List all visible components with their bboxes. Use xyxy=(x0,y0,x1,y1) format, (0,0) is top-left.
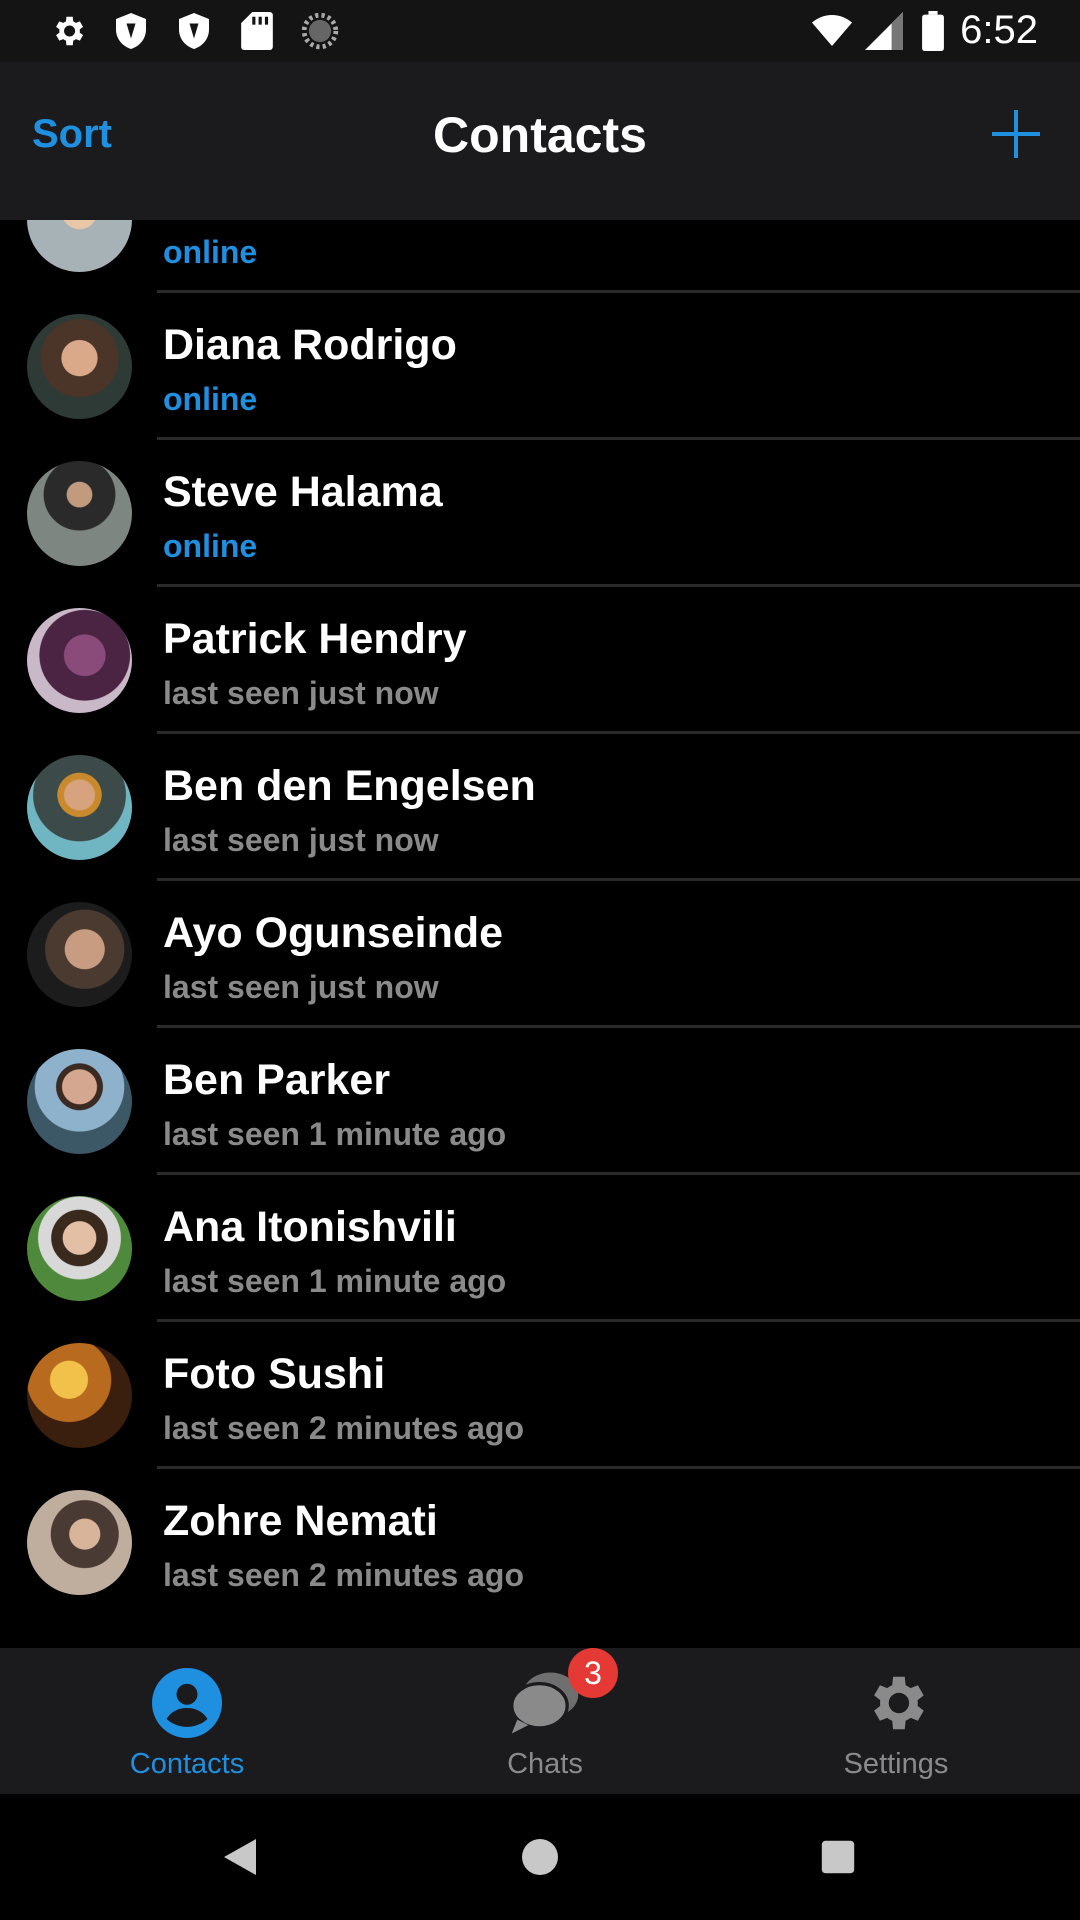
contact-row[interactable]: Steve Halama online xyxy=(0,440,1080,587)
contact-name: Foto Sushi xyxy=(163,1350,386,1398)
contact-row[interactable]: Foto Sushi last seen 2 minutes ago xyxy=(0,1322,1080,1469)
contact-status: last seen 1 minute ago xyxy=(163,1116,507,1152)
shield-icon xyxy=(111,11,151,51)
tab-chats[interactable]: 3 Chats xyxy=(365,1648,725,1794)
contact-name: Patrick Hendry xyxy=(163,615,467,663)
contact-name: Ayo Ogunseinde xyxy=(163,909,504,957)
avatar xyxy=(27,461,132,566)
gear-icon xyxy=(874,1676,924,1730)
plus-icon xyxy=(992,110,1040,158)
avatar xyxy=(27,1049,132,1154)
avatar xyxy=(27,1343,132,1448)
contact-name: Ana Itonishvili xyxy=(163,1203,457,1251)
sd-card-icon xyxy=(237,11,277,51)
contact-status: last seen just now xyxy=(163,969,439,1005)
gear-icon xyxy=(48,11,88,51)
contact-row[interactable]: Ayo Ogunseinde last seen just now xyxy=(0,881,1080,1028)
tab-label: Contacts xyxy=(129,1748,245,1780)
contact-row[interactable]: Ana Itonishvili last seen 1 minute ago xyxy=(0,1175,1080,1322)
avatar xyxy=(27,755,132,860)
avatar xyxy=(27,314,132,419)
sync-icon xyxy=(300,11,340,51)
back-icon xyxy=(224,1839,256,1875)
wifi-icon xyxy=(812,11,852,51)
clock-time: 6:52 xyxy=(960,8,1038,52)
tab-label: Settings xyxy=(843,1748,949,1780)
tab-contacts[interactable]: Contacts xyxy=(7,1648,367,1794)
avatar xyxy=(27,608,132,713)
recents-button[interactable] xyxy=(805,1824,871,1890)
contact-row[interactable]: online xyxy=(0,220,1080,293)
contact-name: Ben den Engelsen xyxy=(163,762,536,810)
contact-status: last seen just now xyxy=(163,675,439,711)
home-button[interactable] xyxy=(507,1824,573,1890)
contact-row[interactable]: Ben den Engelsen last seen just now xyxy=(0,734,1080,881)
contact-name: Diana Rodrigo xyxy=(163,321,457,369)
page-title: Contacts xyxy=(433,107,647,163)
tab-bar: Contacts 3 Chats Settings xyxy=(0,1648,1080,1794)
contact-name: Zohre Nemati xyxy=(163,1497,438,1545)
avatar xyxy=(27,220,132,272)
tab-settings[interactable]: Settings xyxy=(716,1648,1076,1794)
navigation-bar xyxy=(0,1794,1080,1920)
app-header: Sort Contacts xyxy=(0,62,1080,220)
contact-status: last seen 2 minutes ago xyxy=(163,1410,525,1446)
contact-name: Ben Parker xyxy=(163,1056,391,1104)
contact-row[interactable]: Ben Parker last seen 1 minute ago xyxy=(0,1028,1080,1175)
contact-name: Steve Halama xyxy=(163,468,443,516)
contact-status: last seen just now xyxy=(163,822,439,858)
unread-badge: 3 xyxy=(568,1648,618,1698)
home-icon xyxy=(522,1839,558,1875)
avatar xyxy=(27,1196,132,1301)
avatar xyxy=(27,902,132,1007)
contact-row[interactable]: Patrick Hendry last seen just now xyxy=(0,587,1080,734)
recents-icon xyxy=(821,1840,855,1874)
status-bar: 6:52 xyxy=(0,0,1080,62)
contact-status: online xyxy=(163,234,258,270)
shield-icon xyxy=(174,11,214,51)
battery-icon xyxy=(913,11,953,51)
contact-row[interactable]: Diana Rodrigo online xyxy=(0,293,1080,440)
add-contact-button[interactable] xyxy=(988,106,1044,162)
avatar xyxy=(27,1490,132,1595)
person-icon xyxy=(152,1668,222,1738)
cellular-icon xyxy=(864,11,904,51)
contact-status: online xyxy=(163,381,258,417)
tab-label: Chats xyxy=(507,1748,583,1780)
back-button[interactable] xyxy=(207,1824,273,1890)
contact-list[interactable]: online Diana Rodrigo online Steve Halama… xyxy=(0,220,1080,1648)
contact-status: online xyxy=(163,528,258,564)
contact-status: last seen 2 minutes ago xyxy=(163,1557,525,1593)
contact-status: last seen 1 minute ago xyxy=(163,1263,507,1299)
contact-row[interactable]: Zohre Nemati last seen 2 minutes ago xyxy=(0,1469,1080,1616)
